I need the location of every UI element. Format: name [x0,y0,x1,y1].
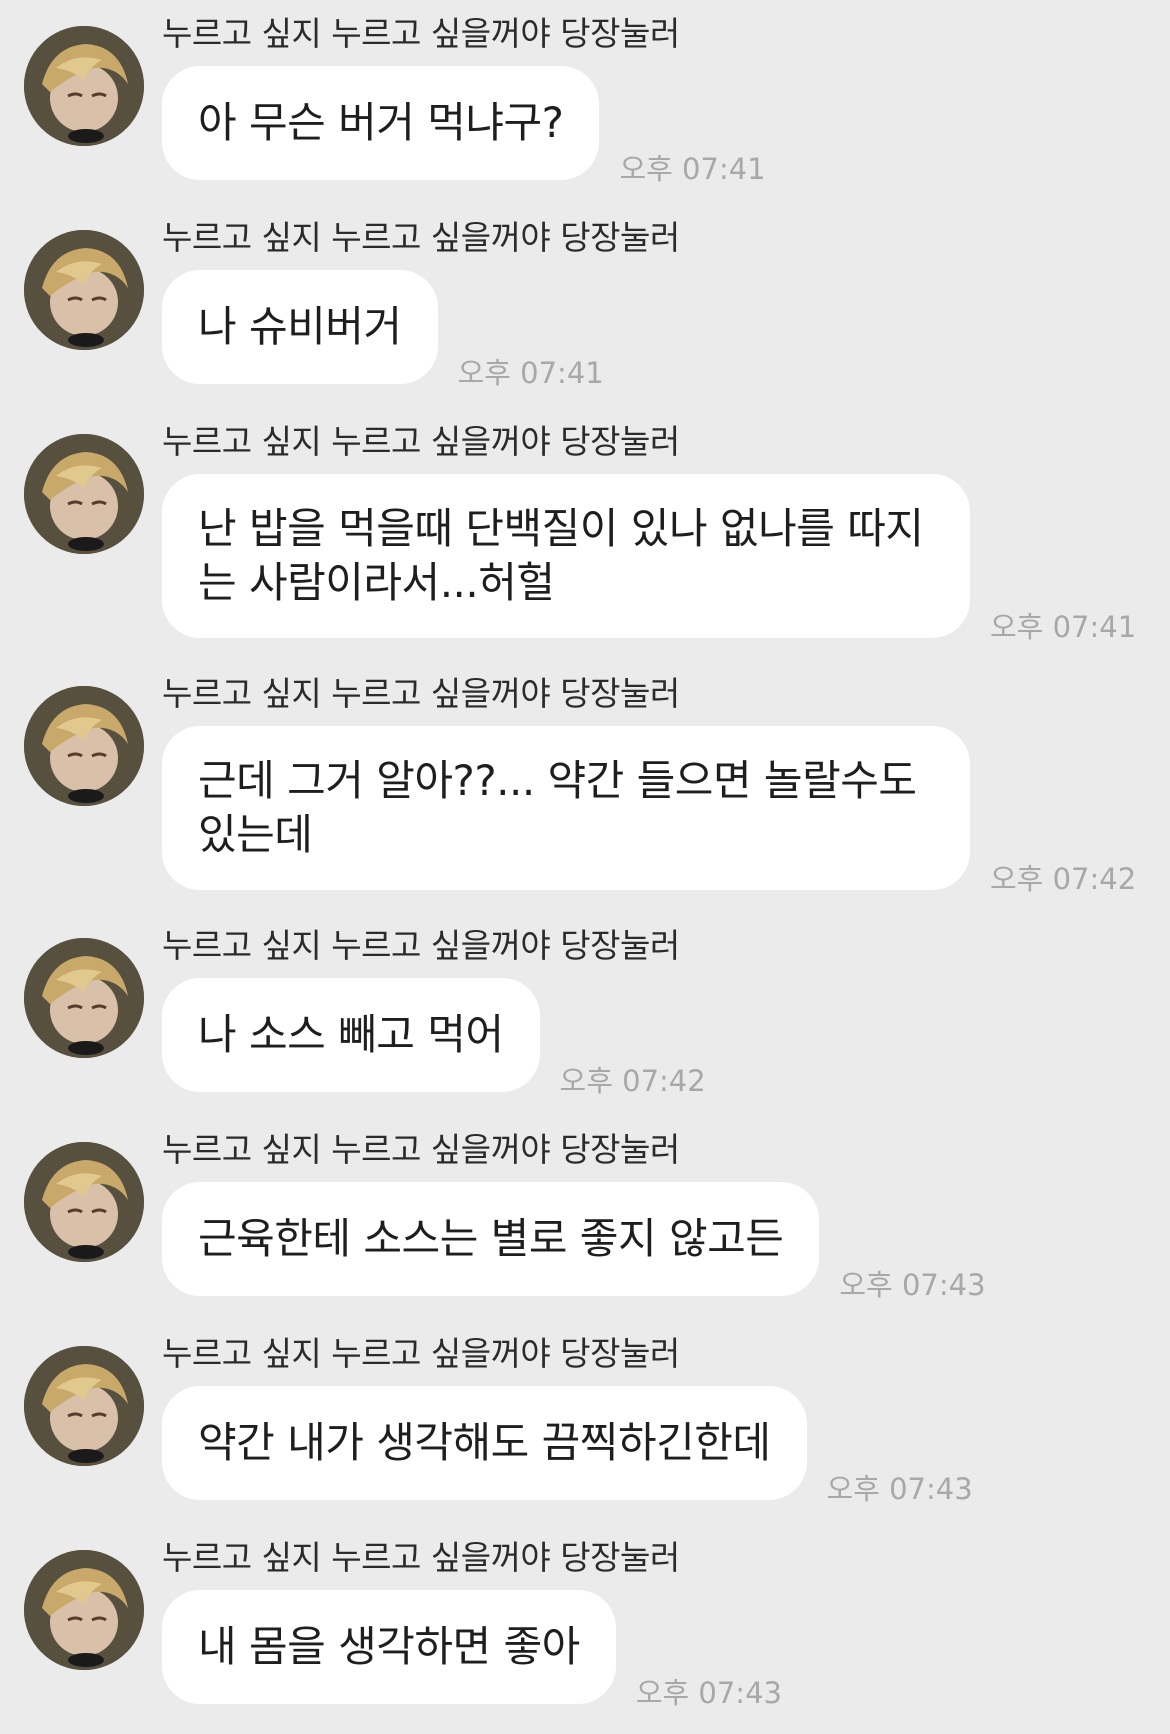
message-bubble[interactable]: 근데 그거 알아??... 약간 들으면 놀랄수도 있는데 [162,726,970,890]
message-bubble[interactable]: 난 밥을 먹을때 단백질이 있나 없나를 따지는 사람이라서...허헐 [162,474,970,638]
message-timestamp: 오후 07:41 [457,356,604,390]
sender-name: 누르고 싶지 누르고 싶을꺼야 당장눌러 [162,14,680,53]
avatar-profile-icon[interactable] [24,230,144,350]
sender-name: 누르고 싶지 누르고 싶을꺼야 당장눌러 [162,926,680,965]
sender-name: 누르고 싶지 누르고 싶을꺼야 당장눌러 [162,674,680,713]
message-row: 난 밥을 먹을때 단백질이 있나 없나를 따지는 사람이라서...허헐 오후 0… [162,474,1136,644]
chat-room: 누르고 싶지 누르고 싶을꺼야 당장눌러 아 무슨 버거 먹냐구? 오후 07:… [0,0,1170,1734]
profile-photo-icon [24,686,144,806]
profile-photo-icon [24,1346,144,1466]
sender-name: 누르고 싶지 누르고 싶을꺼야 당장눌러 [162,1130,680,1169]
message-bubble[interactable]: 나 소스 빼고 먹어 [162,978,540,1092]
message-row: 약간 내가 생각해도 끔찍하긴한데 오후 07:43 [162,1386,973,1506]
sender-name: 누르고 싶지 누르고 싶을꺼야 당장눌러 [162,1538,680,1577]
avatar-profile-icon[interactable] [24,1142,144,1262]
message-timestamp: 오후 07:42 [559,1064,706,1098]
profile-photo-icon [24,1550,144,1670]
message-group: 누르고 싶지 누르고 싶을꺼야 당장눌러 나 슈비버거 오후 07:41 [0,218,1170,390]
avatar-profile-icon[interactable] [24,434,144,554]
avatar-profile-icon[interactable] [24,26,144,146]
message-group: 누르고 싶지 누르고 싶을꺼야 당장눌러 아 무슨 버거 먹냐구? 오후 07:… [0,14,1170,186]
message-timestamp: 오후 07:43 [839,1268,986,1302]
sender-name: 누르고 싶지 누르고 싶을꺼야 당장눌러 [162,218,680,257]
message-row: 근데 그거 알아??... 약간 들으면 놀랄수도 있는데 오후 07:42 [162,726,1136,896]
message-group: 누르고 싶지 누르고 싶을꺼야 당장눌러 근데 그거 알아??... 약간 들으… [0,674,1170,896]
message-timestamp: 오후 07:41 [619,152,766,186]
message-timestamp: 오후 07:42 [990,862,1137,896]
message-row: 나 소스 빼고 먹어 오후 07:42 [162,978,706,1098]
profile-photo-icon [24,938,144,1058]
message-group: 누르고 싶지 누르고 싶을꺼야 당장눌러 내 몸을 생각하면 좋아 오후 07:… [0,1538,1170,1710]
message-row: 아 무슨 버거 먹냐구? 오후 07:41 [162,66,766,186]
message-group: 누르고 싶지 누르고 싶을꺼야 당장눌러 근육한테 소스는 별로 좋지 않고든 … [0,1130,1170,1302]
message-bubble[interactable]: 근육한테 소스는 별로 좋지 않고든 [162,1182,820,1296]
message-row: 나 슈비버거 오후 07:41 [162,270,604,390]
message-bubble[interactable]: 아 무슨 버거 먹냐구? [162,66,600,180]
message-bubble[interactable]: 약간 내가 생각해도 끔찍하긴한데 [162,1386,807,1500]
profile-photo-icon [24,434,144,554]
avatar-profile-icon[interactable] [24,686,144,806]
message-bubble[interactable]: 내 몸을 생각하면 좋아 [162,1590,616,1704]
message-group: 누르고 싶지 누르고 싶을꺼야 당장눌러 나 소스 빼고 먹어 오후 07:42 [0,926,1170,1098]
message-row: 근육한테 소스는 별로 좋지 않고든 오후 07:43 [162,1182,986,1302]
message-timestamp: 오후 07:43 [635,1676,782,1710]
profile-photo-icon [24,230,144,350]
message-row: 내 몸을 생각하면 좋아 오후 07:43 [162,1590,782,1710]
message-group: 누르고 싶지 누르고 싶을꺼야 당장눌러 난 밥을 먹을때 단백질이 있나 없나… [0,422,1170,644]
message-timestamp: 오후 07:43 [826,1472,973,1506]
message-timestamp: 오후 07:41 [990,610,1137,644]
message-group: 누르고 싶지 누르고 싶을꺼야 당장눌러 약간 내가 생각해도 끔찍하긴한데 오… [0,1334,1170,1506]
profile-photo-icon [24,26,144,146]
avatar-profile-icon[interactable] [24,1550,144,1670]
message-bubble[interactable]: 나 슈비버거 [162,270,438,384]
sender-name: 누르고 싶지 누르고 싶을꺼야 당장눌러 [162,422,680,461]
avatar-profile-icon[interactable] [24,1346,144,1466]
profile-photo-icon [24,1142,144,1262]
sender-name: 누르고 싶지 누르고 싶을꺼야 당장눌러 [162,1334,680,1373]
avatar-profile-icon[interactable] [24,938,144,1058]
